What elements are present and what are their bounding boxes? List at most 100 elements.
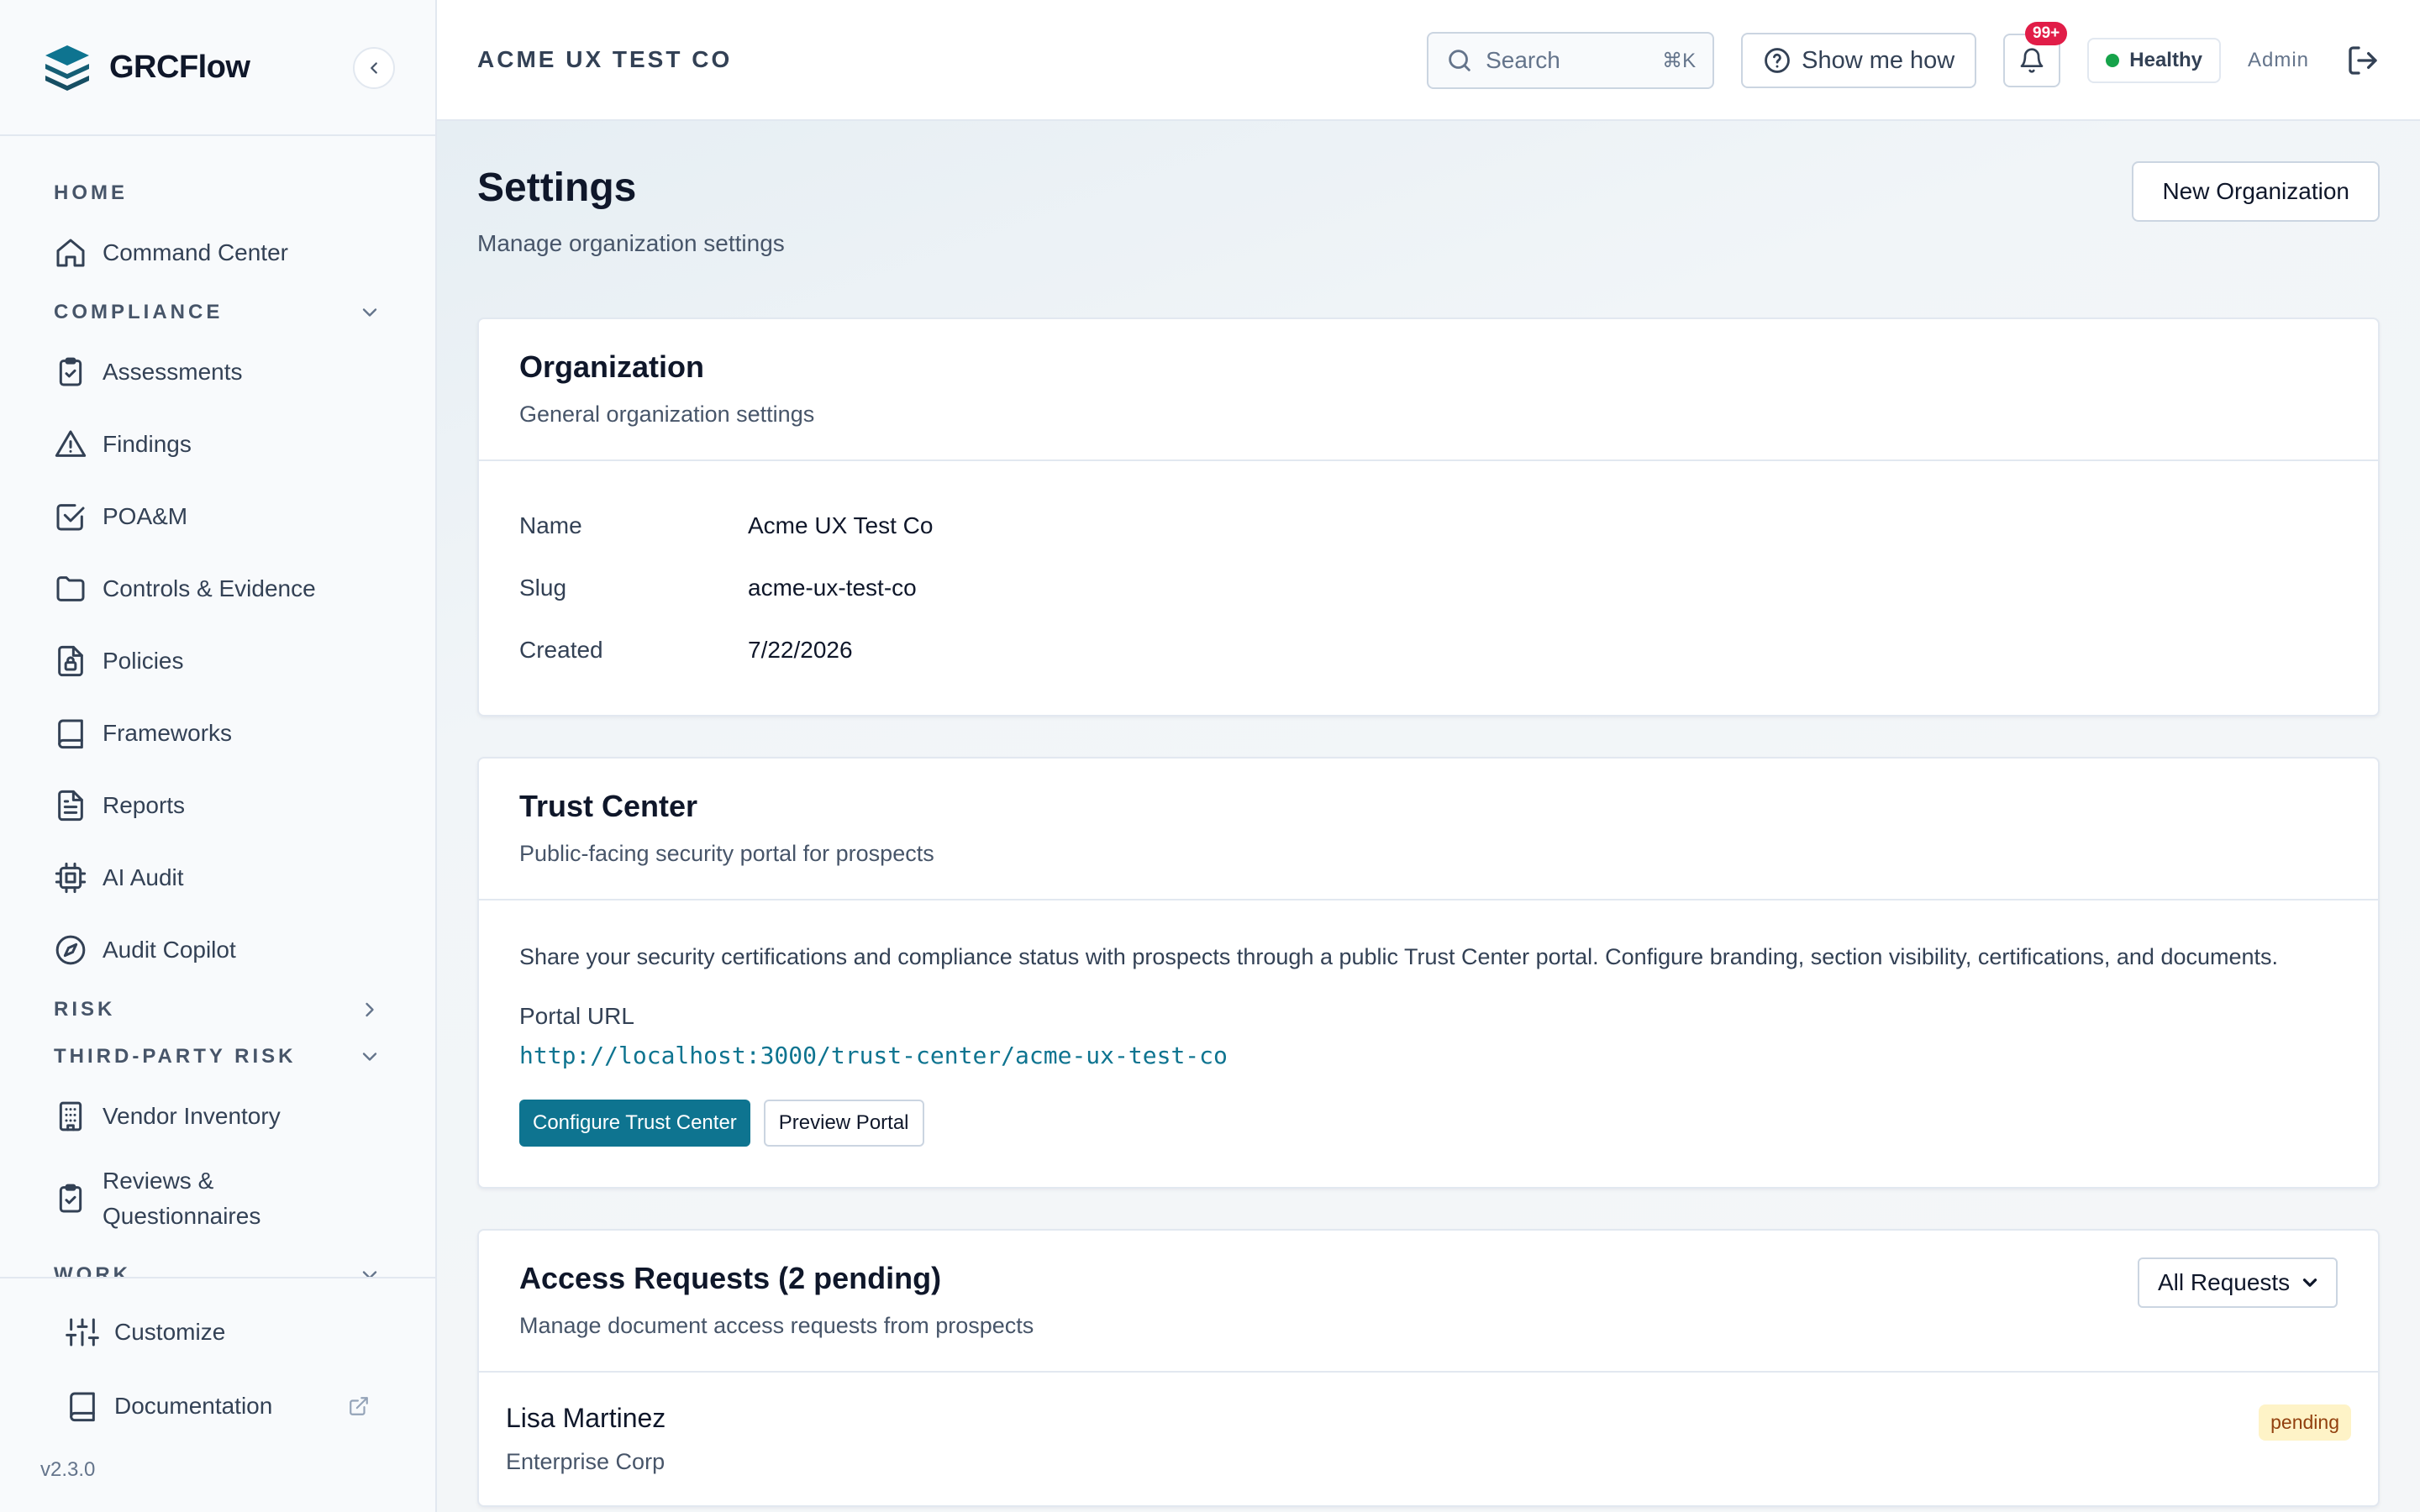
sidebar-item-ai-audit[interactable]: AI Audit <box>0 842 435 914</box>
portal-url-label: Portal URL <box>519 1003 634 1029</box>
document-lock-icon <box>58 645 83 677</box>
main-area: ACME UX TEST CO Search ⌘K Show me how 99… <box>437 0 2420 1512</box>
preview-portal-button[interactable]: Preview Portal <box>763 1100 924 1147</box>
brand-name: GRCFlow <box>109 49 250 85</box>
folder-icon <box>56 576 85 601</box>
portal-url-link[interactable]: http://localhost:3000/trust-center/acme-… <box>519 1042 2338 1069</box>
nav-section-work[interactable]: WORK <box>0 1252 435 1277</box>
app-root: GRCFlow HOME Command Center COMPLIANCE A… <box>0 0 2420 1512</box>
customize-link[interactable]: Customize <box>0 1295 435 1369</box>
show-me-how-button[interactable]: Show me how <box>1741 33 1977 88</box>
cpu-chip-icon <box>55 862 87 894</box>
page-header: Settings Manage organization settings Ne… <box>477 121 2380 318</box>
chevron-down-icon <box>362 1271 377 1277</box>
org-name: ACME UX TEST CO <box>477 46 733 72</box>
select-value: All Requests <box>2158 1269 2291 1295</box>
app-version: v2.3.0 <box>40 1458 96 1481</box>
checkbox-icon <box>56 504 85 531</box>
sidebar-item-vendor-inventory[interactable]: Vendor Inventory <box>0 1080 435 1152</box>
sidebar-item-controls-evidence[interactable]: Controls & Evidence <box>0 553 435 625</box>
page-content: Settings Manage organization settings Ne… <box>437 121 2420 1512</box>
card-title: Access Requests (2 pending) <box>519 1261 942 1295</box>
sidebar-footer: Customize Documentation v2.3.0 <box>0 1277 435 1512</box>
home-icon <box>56 239 85 267</box>
new-organization-button[interactable]: New Organization <box>2132 161 2380 222</box>
sidebar-item-label: Frameworks <box>103 720 233 746</box>
sidebar-item-label: Command Center <box>103 239 288 265</box>
nav-section-third-party-risk[interactable]: THIRD-PARTY RISK <box>0 1033 435 1080</box>
warning-triangle-icon <box>55 430 87 457</box>
sidebar-item-audit-copilot[interactable]: Audit Copilot <box>0 914 435 986</box>
configure-trust-center-button[interactable]: Configure Trust Center <box>519 1100 750 1147</box>
page-title: Settings <box>477 165 637 210</box>
search-input[interactable]: Search ⌘K <box>1427 32 1715 89</box>
book-icon <box>58 719 83 749</box>
organization-card-body: Name Acme UX Test Co Slug acme-ux-test-c… <box>479 461 2378 715</box>
health-dot-icon <box>2106 54 2120 67</box>
documentation-label: Documentation <box>114 1393 273 1419</box>
help-circle-icon <box>1765 48 1790 73</box>
compass-icon <box>55 935 86 965</box>
health-status-badge[interactable]: Healthy <box>2087 38 2221 83</box>
sidebar-item-label: Reviews & Questionnaires <box>103 1168 261 1229</box>
org-field-created: Created 7/22/2026 <box>519 619 2338 681</box>
sidebar-item-command-center[interactable]: Command Center <box>0 217 435 289</box>
book-icon <box>70 1392 95 1422</box>
clipboard-check-icon <box>59 357 82 386</box>
search-shortcut: ⌘K <box>1662 49 1697 72</box>
access-requests-card: Access Requests (2 pending) Manage docum… <box>477 1229 2380 1507</box>
nav-section-label: COMPLIANCE <box>54 301 224 323</box>
sidebar-item-label: Reports <box>103 792 186 818</box>
notifications-button[interactable]: 99+ <box>2003 22 2068 87</box>
bell-icon <box>2020 48 2044 73</box>
status-badge: pending <box>2259 1404 2351 1441</box>
sidebar-item-label: Findings <box>103 431 192 457</box>
nav-section-compliance[interactable]: COMPLIANCE <box>0 289 435 336</box>
chevron-left-icon <box>371 62 377 74</box>
page-subtitle: Manage organization settings <box>477 230 785 256</box>
sidebar: GRCFlow HOME Command Center COMPLIANCE A… <box>0 0 437 1512</box>
notification-count-badge: 99+ <box>2025 22 2068 45</box>
sidebar-item-label: Vendor Inventory <box>103 1103 281 1129</box>
field-value: Acme UX Test Co <box>748 512 934 538</box>
sidebar-item-poam[interactable]: POA&M <box>0 480 435 553</box>
org-field-slug: Slug acme-ux-test-co <box>519 557 2338 619</box>
access-requests-card-header: Access Requests (2 pending) Manage docum… <box>479 1231 2378 1373</box>
sidebar-item-label: AI Audit <box>103 864 184 890</box>
logout-icon[interactable] <box>2346 44 2380 77</box>
documentation-link[interactable]: Documentation <box>0 1369 435 1443</box>
chevron-down-icon <box>2302 1278 2317 1287</box>
sidebar-nav: HOME Command Center COMPLIANCE Assessmen… <box>0 136 435 1277</box>
clipboard-check-icon <box>59 1184 82 1213</box>
customize-label: Customize <box>114 1319 226 1345</box>
sidebar-item-label: POA&M <box>103 503 188 529</box>
sidebar-item-reports[interactable]: Reports <box>0 769 435 842</box>
sidebar-item-frameworks[interactable]: Frameworks <box>0 697 435 769</box>
trust-center-card-header: Trust Center Public-facing security port… <box>479 759 2378 900</box>
requester-name: Lisa Martinez <box>506 1403 666 1433</box>
sidebar-item-policies[interactable]: Policies <box>0 625 435 697</box>
sliders-icon <box>66 1318 99 1347</box>
building-icon <box>59 1101 82 1131</box>
org-field-name: Name Acme UX Test Co <box>519 495 2338 557</box>
user-role: Admin <box>2247 49 2309 71</box>
nav-section-risk[interactable]: RISK <box>0 986 435 1033</box>
trust-center-actions: Configure Trust Center Preview Portal <box>519 1100 2338 1147</box>
field-label: Created <box>519 637 603 663</box>
card-description: General organization settings <box>519 402 815 427</box>
show-me-how-label: Show me how <box>1802 46 1955 74</box>
chevron-down-icon <box>362 1053 377 1061</box>
sidebar-item-findings[interactable]: Findings <box>0 408 435 480</box>
request-filter-select[interactable]: All Requests <box>2138 1257 2338 1308</box>
search-placeholder: Search <box>1486 47 1560 73</box>
health-status-label: Healthy <box>2129 49 2202 71</box>
trust-center-card-body: Share your security certifications and c… <box>479 900 2378 1187</box>
sidebar-item-assessments[interactable]: Assessments <box>0 336 435 408</box>
field-label: Name <box>519 512 582 538</box>
collapse-sidebar-button[interactable] <box>353 47 395 89</box>
list-item[interactable]: Lisa Martinez Enterprise Corp pending <box>479 1373 2378 1505</box>
top-bar: ACME UX TEST CO Search ⌘K Show me how 99… <box>437 0 2420 121</box>
nav-section-label: RISK <box>54 998 116 1021</box>
sidebar-item-reviews-questionnaires[interactable]: Reviews & Questionnaires <box>0 1152 435 1245</box>
organization-card-header: Organization General organization settin… <box>479 319 2378 461</box>
